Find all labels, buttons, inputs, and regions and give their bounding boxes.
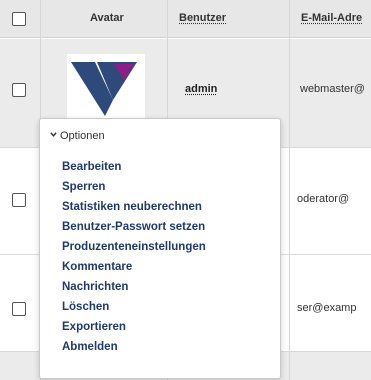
menu-item-delete[interactable]: Löschen bbox=[62, 301, 109, 313]
column-header-avatar: Avatar bbox=[90, 12, 124, 24]
menu-item-comments[interactable]: Kommentare bbox=[62, 261, 132, 273]
username-link[interactable]: admin bbox=[185, 83, 217, 95]
menu-item-producer-settings[interactable]: Produzenteneinstellungen bbox=[62, 241, 206, 253]
menu-item-messages[interactable]: Nachrichten bbox=[62, 281, 128, 293]
chevron-down-icon bbox=[50, 132, 57, 137]
menu-item-edit[interactable]: Bearbeiten bbox=[62, 161, 121, 173]
row-checkbox[interactable] bbox=[12, 83, 26, 97]
row-checkbox[interactable] bbox=[12, 193, 26, 207]
menu-item-export[interactable]: Exportieren bbox=[62, 321, 126, 333]
email-cell: webmaster@ bbox=[300, 83, 365, 95]
menu-item-set-password[interactable]: Benutzer-Passwort setzen bbox=[62, 221, 205, 233]
email-cell: ser@examp bbox=[297, 302, 357, 314]
avatar[interactable] bbox=[67, 54, 145, 122]
options-toggle[interactable]: Optionen bbox=[50, 130, 105, 142]
menu-item-recalc-stats[interactable]: Statistiken neuberechnen bbox=[62, 201, 202, 213]
column-header-user[interactable]: Benutzer bbox=[179, 12, 226, 24]
column-header-email[interactable]: E-Mail-Adre bbox=[301, 12, 362, 24]
select-all-checkbox[interactable] bbox=[12, 12, 26, 26]
vivaldi-logo-icon bbox=[67, 54, 145, 122]
row-checkbox[interactable] bbox=[12, 302, 26, 316]
menu-item-block[interactable]: Sperren bbox=[62, 181, 105, 193]
options-label: Optionen bbox=[60, 130, 105, 142]
email-cell: oderator@ bbox=[297, 193, 350, 205]
column-divider bbox=[289, 0, 290, 380]
options-dropdown: Optionen Bearbeiten Sperren Statistiken … bbox=[39, 118, 281, 379]
menu-item-logout[interactable]: Abmelden bbox=[62, 341, 118, 353]
